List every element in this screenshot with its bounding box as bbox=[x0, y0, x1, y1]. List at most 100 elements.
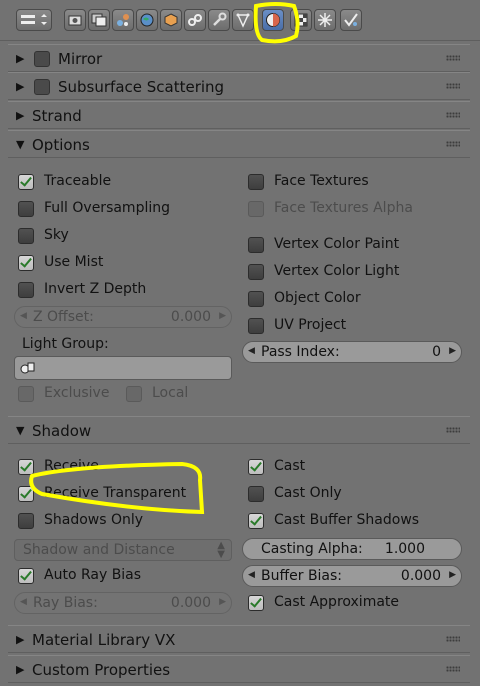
checkbox[interactable] bbox=[248, 486, 264, 502]
checkbox[interactable] bbox=[18, 513, 34, 529]
checkbox[interactable] bbox=[18, 255, 34, 271]
z-offset-field[interactable]: ◀ Z Offset: 0.000 ▶ bbox=[14, 306, 232, 328]
field-value: 0 bbox=[432, 344, 441, 360]
checkbox[interactable] bbox=[248, 513, 264, 529]
object-icon[interactable] bbox=[160, 9, 182, 31]
drag-grip-icon[interactable] bbox=[446, 141, 460, 147]
collapse-arrow-icon[interactable]: ▼ bbox=[16, 424, 24, 437]
drag-grip-icon[interactable] bbox=[446, 666, 460, 672]
checkbox[interactable] bbox=[248, 291, 264, 307]
checkbox[interactable] bbox=[248, 459, 264, 475]
field-value: 1.000 bbox=[384, 541, 425, 557]
material-icon[interactable] bbox=[262, 9, 284, 31]
checkbox-row[interactable]: Vertex Color Paint bbox=[248, 235, 458, 257]
drag-grip-icon[interactable] bbox=[446, 55, 460, 61]
local-checkbox[interactable] bbox=[126, 386, 142, 402]
mirror-enable-checkbox[interactable] bbox=[34, 51, 50, 67]
data-icon[interactable] bbox=[232, 9, 254, 31]
expand-arrow-icon[interactable]: ▶ bbox=[16, 80, 24, 93]
checkbox-label: Sky bbox=[44, 227, 69, 243]
checkbox[interactable] bbox=[248, 174, 264, 190]
shadow-mode-dropdown[interactable]: Shadow and Distance ▲ ▼ bbox=[14, 539, 232, 561]
world-icon[interactable] bbox=[136, 9, 158, 31]
checkbox-row[interactable]: Full Oversampling bbox=[18, 199, 228, 221]
checkbox-label: Face Textures bbox=[274, 173, 369, 189]
light-group-field[interactable] bbox=[14, 356, 232, 380]
panel-custom-properties-header[interactable]: ▶ Custom Properties bbox=[8, 655, 470, 683]
checkbox-row[interactable]: Cast Buffer Shadows bbox=[248, 511, 458, 533]
scene-icon[interactable] bbox=[112, 9, 134, 31]
drag-grip-icon[interactable] bbox=[446, 83, 460, 89]
increment-arrow-icon[interactable]: ▶ bbox=[219, 311, 226, 321]
checkbox-row[interactable]: Cast Only bbox=[248, 484, 458, 506]
checkbox[interactable] bbox=[18, 282, 34, 298]
texture-icon[interactable] bbox=[290, 9, 312, 31]
exclusive-checkbox[interactable] bbox=[18, 386, 34, 402]
auto-ray-bias-checkbox[interactable] bbox=[18, 568, 34, 584]
panel-strand-header[interactable]: ▶ Strand bbox=[8, 101, 470, 129]
render-layers-icon[interactable] bbox=[88, 9, 110, 31]
particles-icon[interactable] bbox=[314, 9, 336, 31]
checkbox[interactable] bbox=[18, 459, 34, 475]
casting-alpha-field[interactable]: Casting Alpha: 1.000 bbox=[242, 538, 462, 560]
checkbox[interactable] bbox=[18, 201, 34, 217]
checkbox-row[interactable]: Sky bbox=[18, 226, 228, 248]
panel-options-header[interactable]: ▼ Options bbox=[8, 130, 470, 158]
constraints-icon[interactable] bbox=[184, 9, 206, 31]
checkbox-row[interactable]: UV Project bbox=[248, 316, 458, 338]
expand-arrow-icon[interactable]: ▶ bbox=[16, 663, 24, 676]
increment-arrow-icon[interactable]: ▶ bbox=[449, 346, 456, 356]
drag-grip-icon[interactable] bbox=[446, 636, 460, 642]
decrement-arrow-icon[interactable]: ◀ bbox=[248, 570, 255, 580]
checkbox[interactable] bbox=[18, 486, 34, 502]
sss-enable-checkbox[interactable] bbox=[34, 79, 50, 95]
checkbox[interactable] bbox=[248, 264, 264, 280]
exclusive-checkbox-row[interactable]: Exclusive bbox=[18, 384, 128, 406]
ray-bias-field[interactable]: ◀ Ray Bias: 0.000 ▶ bbox=[14, 592, 232, 614]
checkbox-row[interactable]: Face Textures Alpha bbox=[248, 199, 458, 221]
decrement-arrow-icon[interactable]: ◀ bbox=[248, 346, 255, 356]
checkbox[interactable] bbox=[248, 237, 264, 253]
drag-grip-icon[interactable] bbox=[446, 427, 460, 433]
view-menu-icon[interactable] bbox=[16, 9, 52, 31]
decrement-arrow-icon[interactable]: ◀ bbox=[20, 311, 27, 321]
checkbox-row[interactable]: Cast bbox=[248, 457, 458, 479]
cast-approximate-checkbox[interactable] bbox=[248, 595, 264, 611]
checkbox-row[interactable]: Traceable bbox=[18, 172, 228, 194]
render-icon[interactable] bbox=[64, 9, 86, 31]
checkbox[interactable] bbox=[18, 174, 34, 190]
decrement-arrow-icon[interactable]: ◀ bbox=[20, 597, 27, 607]
expand-arrow-icon[interactable]: ▶ bbox=[16, 109, 24, 122]
increment-arrow-icon[interactable]: ▶ bbox=[449, 570, 456, 580]
local-checkbox-row[interactable]: Local bbox=[126, 384, 206, 406]
expand-arrow-icon[interactable]: ▶ bbox=[16, 52, 24, 65]
physics-icon[interactable] bbox=[340, 9, 362, 31]
checkbox[interactable] bbox=[18, 228, 34, 244]
checkbox[interactable] bbox=[248, 201, 264, 217]
modifiers-icon[interactable] bbox=[208, 9, 230, 31]
checkbox-row[interactable]: Vertex Color Light bbox=[248, 262, 458, 284]
checkbox-row[interactable]: Invert Z Depth bbox=[18, 280, 228, 302]
panel-mirror-header[interactable]: ▶ Mirror bbox=[8, 44, 470, 72]
collapse-arrow-icon[interactable]: ▼ bbox=[16, 138, 24, 151]
drag-grip-icon[interactable] bbox=[446, 112, 460, 118]
checkbox[interactable] bbox=[248, 318, 264, 334]
light-group-label: Light Group: bbox=[22, 336, 109, 352]
pass-index-field[interactable]: ◀ Pass Index: 0 ▶ bbox=[242, 341, 462, 363]
buffer-bias-field[interactable]: ◀ Buffer Bias: 0.000 ▶ bbox=[242, 565, 462, 587]
panel-sss-header[interactable]: ▶ Subsurface Scattering bbox=[8, 72, 470, 100]
checkbox-row[interactable]: Face Textures bbox=[248, 172, 458, 194]
panel-shadow-header[interactable]: ▼ Shadow bbox=[8, 416, 470, 444]
panel-title: Custom Properties bbox=[32, 661, 171, 679]
panel-material-library-header[interactable]: ▶ Material Library VX bbox=[8, 625, 470, 653]
increment-arrow-icon[interactable]: ▶ bbox=[219, 597, 226, 607]
cast-approximate-row[interactable]: Cast Approximate bbox=[248, 593, 448, 615]
checkbox-row[interactable]: Shadows Only bbox=[18, 511, 228, 533]
expand-arrow-icon[interactable]: ▶ bbox=[16, 633, 24, 646]
checkbox-row[interactable]: Receive Transparent bbox=[18, 484, 228, 506]
auto-ray-bias-row[interactable]: Auto Ray Bias bbox=[18, 566, 218, 588]
checkbox-row[interactable]: Object Color bbox=[248, 289, 458, 311]
checkbox-row[interactable]: Receive bbox=[18, 457, 228, 479]
checkbox-row[interactable]: Use Mist bbox=[18, 253, 228, 275]
checkbox-label: Receive Transparent bbox=[44, 485, 187, 501]
